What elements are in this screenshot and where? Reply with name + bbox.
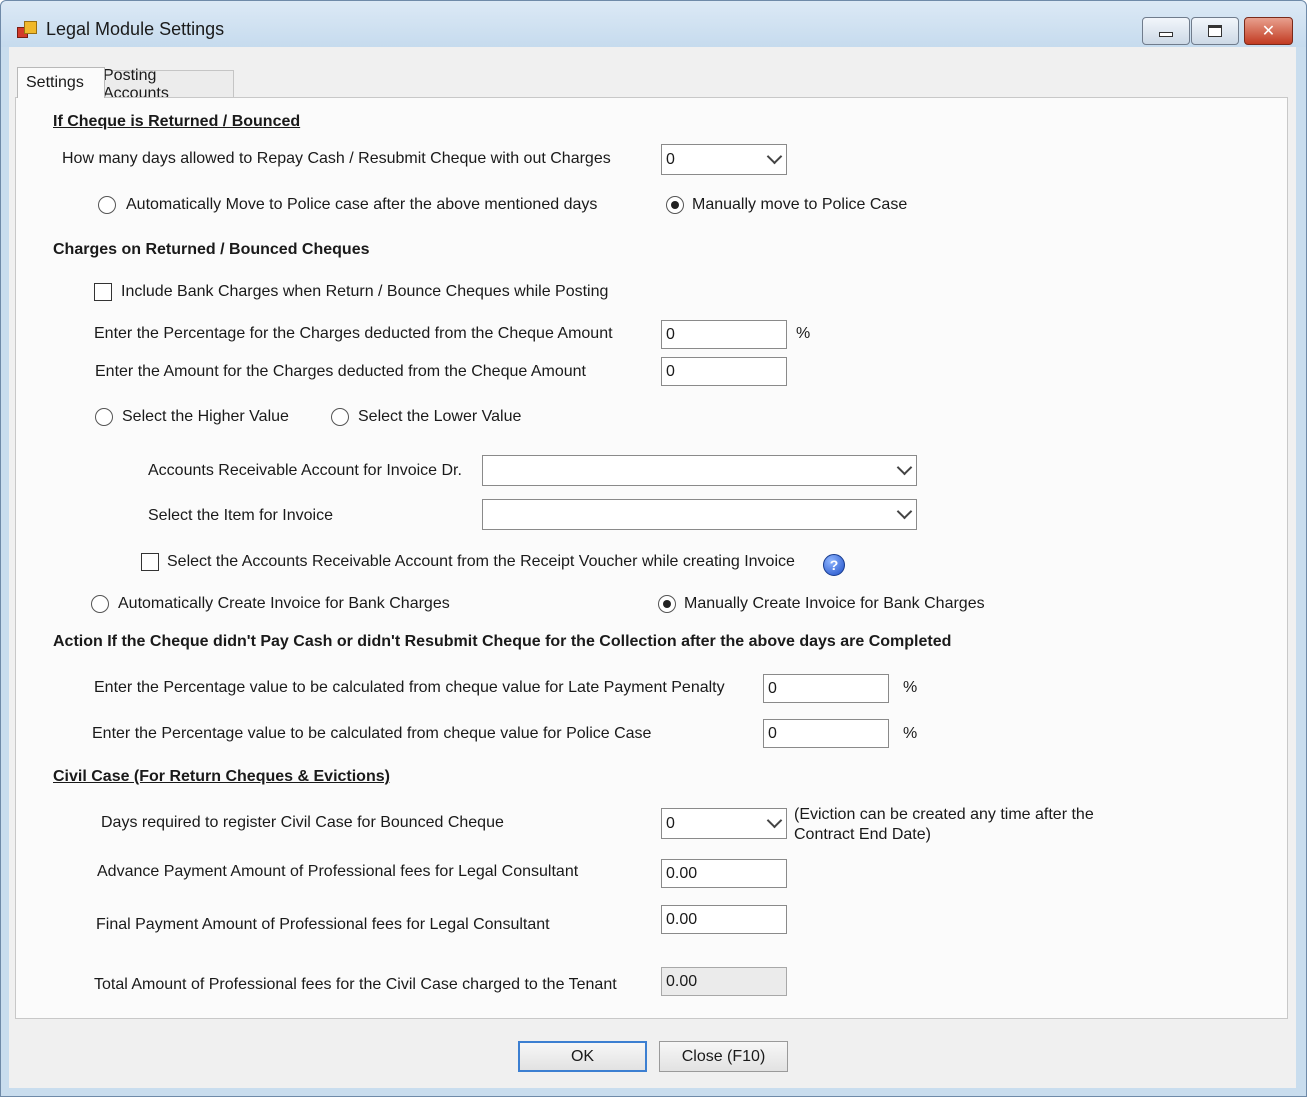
late-penalty-label: Enter the Percentage value to be calcula… bbox=[94, 679, 725, 696]
advance-payment-input[interactable]: 0.00 bbox=[661, 859, 787, 888]
include-bank-charges-checkbox[interactable] bbox=[94, 283, 112, 301]
higher-value-radio[interactable] bbox=[95, 408, 113, 426]
legal-module-settings-window: Legal Module Settings ✕ Settings Posting… bbox=[0, 0, 1307, 1097]
help-icon[interactable]: ? bbox=[823, 554, 845, 576]
settings-panel: If Cheque is Returned / Bounced How many… bbox=[15, 97, 1288, 1019]
eviction-note-line1: (Eviction can be created any time after … bbox=[794, 806, 1094, 823]
late-penalty-input[interactable]: 0 bbox=[763, 674, 889, 703]
auto-move-police-radio[interactable] bbox=[98, 196, 116, 214]
minimize-icon bbox=[1159, 31, 1173, 37]
auto-invoice-label: Automatically Create Invoice for Bank Ch… bbox=[118, 595, 450, 612]
include-bank-charges-label: Include Bank Charges when Return / Bounc… bbox=[121, 283, 609, 300]
manual-move-police-label: Manually move to Police Case bbox=[692, 196, 908, 213]
invoice-item-combo[interactable] bbox=[482, 499, 917, 530]
receipt-voucher-ar-label: Select the Accounts Receivable Account f… bbox=[167, 553, 795, 570]
client-area: Settings Posting Accounts If Cheque is R… bbox=[9, 47, 1296, 1088]
section-civil-case-title: Civil Case (For Return Cheques & Evictio… bbox=[53, 768, 390, 785]
final-payment-input[interactable]: 0.00 bbox=[661, 905, 787, 934]
total-fees-label: Total Amount of Professional fees for th… bbox=[94, 976, 617, 993]
civil-days-label: Days required to register Civil Case for… bbox=[101, 814, 504, 831]
title-bar: Legal Module Settings ✕ bbox=[1, 1, 1306, 47]
total-fees-input: 0.00 bbox=[661, 967, 787, 996]
tab-settings[interactable]: Settings bbox=[17, 67, 105, 98]
charges-percentage-label: Enter the Percentage for the Charges ded… bbox=[94, 325, 613, 342]
manual-move-police-radio[interactable] bbox=[666, 196, 684, 214]
police-case-input[interactable]: 0 bbox=[763, 719, 889, 748]
charges-amount-label: Enter the Amount for the Charges deducte… bbox=[95, 363, 586, 380]
higher-value-label: Select the Higher Value bbox=[122, 408, 289, 425]
auto-invoice-radio[interactable] bbox=[91, 595, 109, 613]
ar-account-combo[interactable] bbox=[482, 455, 917, 486]
late-penalty-percent-sign: % bbox=[903, 679, 918, 696]
police-case-label: Enter the Percentage value to be calcula… bbox=[92, 725, 652, 742]
ar-account-label: Accounts Receivable Account for Invoice … bbox=[148, 462, 462, 479]
close-window-button[interactable]: ✕ bbox=[1244, 17, 1293, 45]
close-button[interactable]: Close (F10) bbox=[659, 1041, 788, 1072]
chevron-down-icon bbox=[896, 459, 913, 476]
minimize-button[interactable] bbox=[1142, 17, 1190, 45]
auto-move-police-label: Automatically Move to Police case after … bbox=[126, 196, 598, 213]
ok-button[interactable]: OK bbox=[518, 1041, 647, 1072]
manual-invoice-label: Manually Create Invoice for Bank Charges bbox=[684, 595, 985, 612]
chevron-down-icon bbox=[896, 503, 913, 520]
repay-days-label: How many days allowed to Repay Cash / Re… bbox=[62, 150, 611, 167]
window-title: Legal Module Settings bbox=[46, 19, 225, 39]
chevron-down-icon bbox=[766, 812, 783, 829]
final-payment-label: Final Payment Amount of Professional fee… bbox=[96, 916, 550, 933]
maximize-icon bbox=[1208, 25, 1222, 37]
app-icon bbox=[17, 21, 37, 39]
charges-percentage-input[interactable]: 0 bbox=[661, 320, 787, 349]
tab-posting-accounts[interactable]: Posting Accounts bbox=[94, 67, 234, 102]
invoice-item-label: Select the Item for Invoice bbox=[148, 507, 333, 524]
maximize-button[interactable] bbox=[1191, 17, 1239, 45]
civil-days-combo[interactable]: 0 bbox=[661, 808, 787, 839]
section-cheque-returned-title: If Cheque is Returned / Bounced bbox=[53, 113, 301, 130]
lower-value-label: Select the Lower Value bbox=[358, 408, 522, 425]
tab-settings-label: Settings bbox=[26, 74, 84, 91]
section-charges-title: Charges on Returned / Bounced Cheques bbox=[53, 241, 370, 258]
manual-invoice-radio[interactable] bbox=[658, 595, 676, 613]
police-case-percent-sign: % bbox=[903, 725, 918, 742]
advance-payment-label: Advance Payment Amount of Professional f… bbox=[97, 863, 579, 880]
chevron-down-icon bbox=[766, 148, 783, 165]
close-icon: ✕ bbox=[1261, 23, 1276, 40]
repay-days-value: 0 bbox=[666, 151, 675, 168]
repay-days-combo[interactable]: 0 bbox=[661, 144, 787, 175]
lower-value-radio[interactable] bbox=[331, 408, 349, 426]
section-action-title: Action If the Cheque didn't Pay Cash or … bbox=[53, 633, 952, 650]
receipt-voucher-ar-checkbox[interactable] bbox=[141, 553, 159, 571]
eviction-note-line2: Contract End Date) bbox=[794, 826, 931, 843]
civil-days-value: 0 bbox=[666, 815, 675, 832]
charges-amount-input[interactable]: 0 bbox=[661, 357, 787, 386]
charges-percent-sign: % bbox=[796, 325, 811, 342]
